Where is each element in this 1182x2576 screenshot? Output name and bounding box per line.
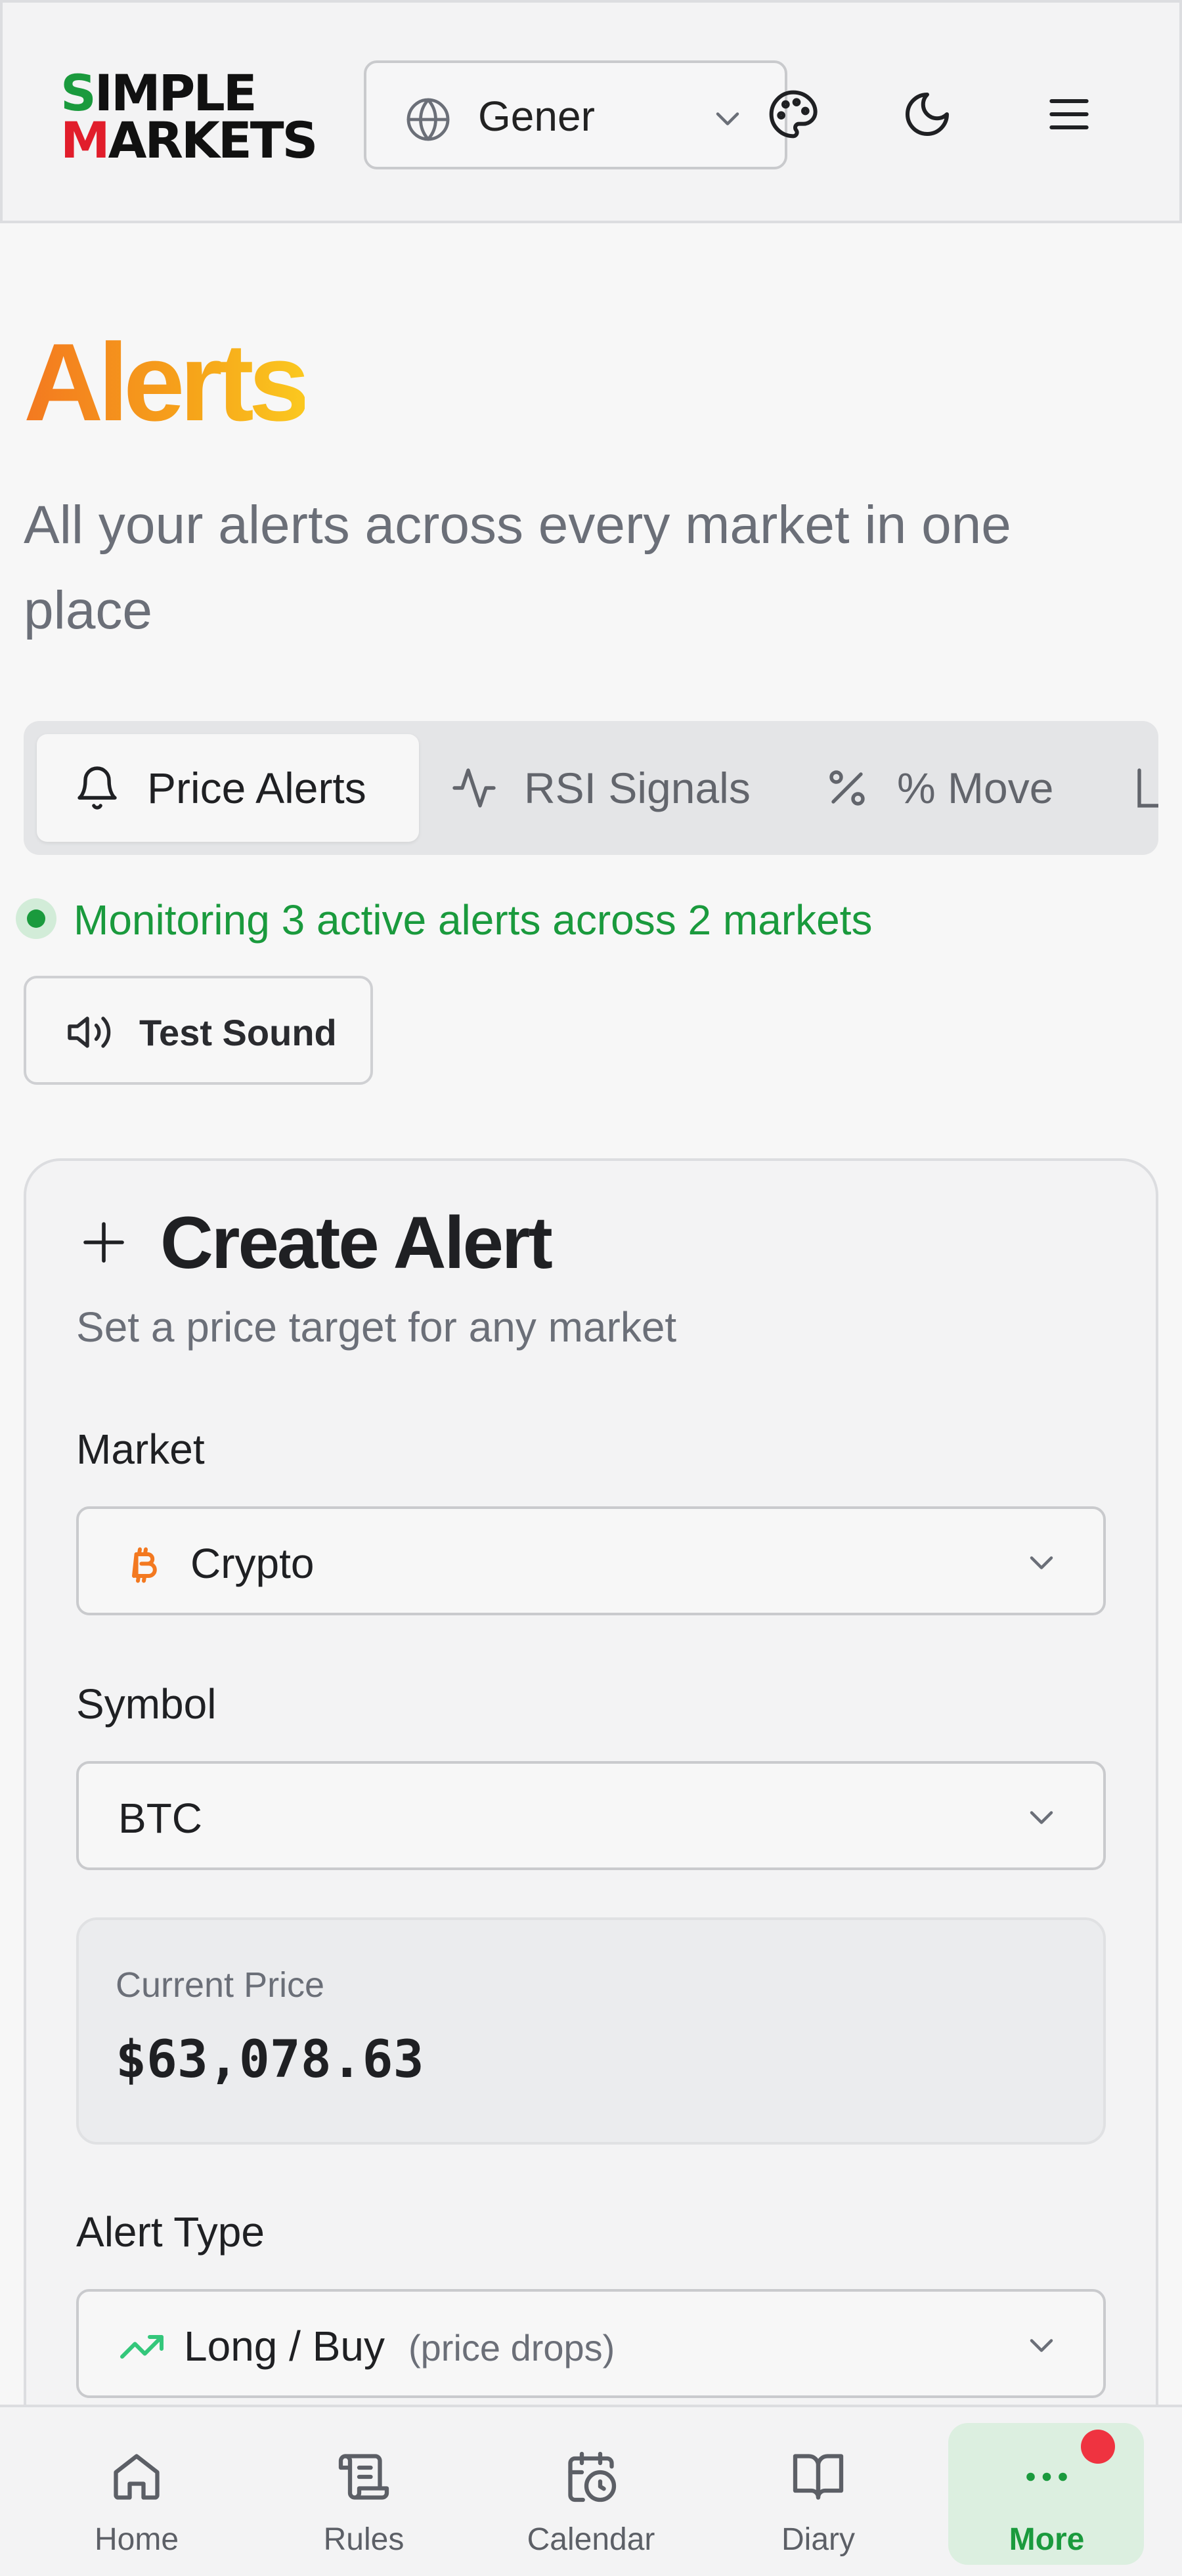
test-sound-button[interactable]: Test Sound bbox=[24, 976, 373, 1085]
logo[interactable]: SIMPLE MARKETS bbox=[60, 68, 318, 165]
nav-more[interactable]: More bbox=[948, 2423, 1144, 2565]
card-title: Create Alert bbox=[160, 1202, 553, 1284]
globe-icon bbox=[406, 98, 450, 141]
chevron-down-icon bbox=[1030, 2339, 1053, 2352]
bottom-nav: Home Rules Calendar Diary More bbox=[0, 2405, 1182, 2576]
scroll-icon bbox=[338, 2454, 389, 2500]
nav-calendar[interactable]: Calendar bbox=[492, 2423, 690, 2565]
chevron-down-icon bbox=[1030, 1556, 1053, 1569]
alert-type-value: Long / Buy (price drops) bbox=[184, 2323, 615, 2370]
trending-up-icon bbox=[120, 2335, 164, 2359]
activity-icon bbox=[452, 768, 496, 808]
page-title: Alerts bbox=[24, 320, 310, 444]
logo-line2: MARKETS bbox=[60, 111, 318, 169]
symbol-select-value: BTC bbox=[118, 1795, 202, 1842]
test-sound-label: Test Sound bbox=[139, 1012, 337, 1053]
percent-icon bbox=[829, 770, 865, 806]
bell-icon bbox=[77, 766, 117, 810]
tab-price-alerts[interactable]: Price Alerts bbox=[37, 734, 419, 842]
tab-percent-move[interactable]: % Move bbox=[823, 734, 1152, 842]
language-select[interactable]: Gener bbox=[364, 60, 787, 169]
alert-tabs: Price Alerts RSI Signals % Move bbox=[24, 721, 1158, 855]
calendar-clock-icon bbox=[568, 2451, 617, 2502]
symbol-select[interactable]: BTC bbox=[76, 1761, 1106, 1870]
notification-badge bbox=[1081, 2430, 1115, 2464]
speaker-icon bbox=[68, 1016, 111, 1048]
moon-icon[interactable] bbox=[901, 88, 953, 141]
tab-label: Price Alerts bbox=[147, 764, 366, 812]
nav-label: Home bbox=[94, 2522, 179, 2557]
tab-label: % Move bbox=[897, 764, 1054, 812]
status-indicator bbox=[16, 898, 56, 939]
book-open-icon bbox=[793, 2454, 844, 2500]
nav-label: Calendar bbox=[527, 2522, 655, 2557]
home-icon bbox=[114, 2454, 160, 2500]
status-text: Monitoring 3 active alerts across 2 mark… bbox=[74, 896, 873, 944]
chevron-down-icon bbox=[716, 112, 739, 125]
bitcoin-icon bbox=[132, 1547, 157, 1583]
nav-label: Diary bbox=[781, 2522, 855, 2557]
language-select-value: Gener bbox=[478, 93, 595, 140]
nav-label: More bbox=[1009, 2522, 1085, 2557]
menu-icon[interactable] bbox=[1043, 88, 1095, 141]
nav-rules[interactable]: Rules bbox=[265, 2423, 462, 2565]
nav-diary[interactable]: Diary bbox=[720, 2423, 917, 2565]
more-dots-icon bbox=[1026, 2472, 1067, 2481]
chart-icon bbox=[1137, 768, 1158, 808]
nav-label: Rules bbox=[323, 2522, 405, 2557]
chevron-down-icon bbox=[1030, 1811, 1053, 1824]
market-select[interactable]: Crypto bbox=[76, 1506, 1106, 1615]
symbol-label: Symbol bbox=[76, 1680, 217, 1728]
palette-icon[interactable] bbox=[767, 88, 820, 141]
alert-type-select[interactable]: Long / Buy (price drops) bbox=[76, 2289, 1106, 2398]
card-subtitle: Set a price target for any market bbox=[76, 1303, 677, 1351]
current-price-value: $63,078.63 bbox=[116, 2030, 424, 2089]
app-header: SIMPLE MARKETS Gener bbox=[0, 0, 1182, 223]
nav-home[interactable]: Home bbox=[38, 2423, 235, 2565]
alert-type-note: (price drops) bbox=[408, 2327, 615, 2369]
plus-icon bbox=[83, 1222, 124, 1263]
tab-rsi-signals[interactable]: RSI Signals bbox=[450, 734, 818, 842]
tab-label: RSI Signals bbox=[524, 764, 751, 812]
alert-type-label: Alert Type bbox=[76, 2208, 265, 2256]
current-price-label: Current Price bbox=[116, 1965, 325, 2005]
current-price-box: Current Price $63,078.63 bbox=[76, 1917, 1106, 2145]
market-label: Market bbox=[76, 1426, 205, 1473]
market-select-value: Crypto bbox=[190, 1540, 315, 1587]
page-subtitle: All your alerts across every market in o… bbox=[24, 495, 1011, 640]
